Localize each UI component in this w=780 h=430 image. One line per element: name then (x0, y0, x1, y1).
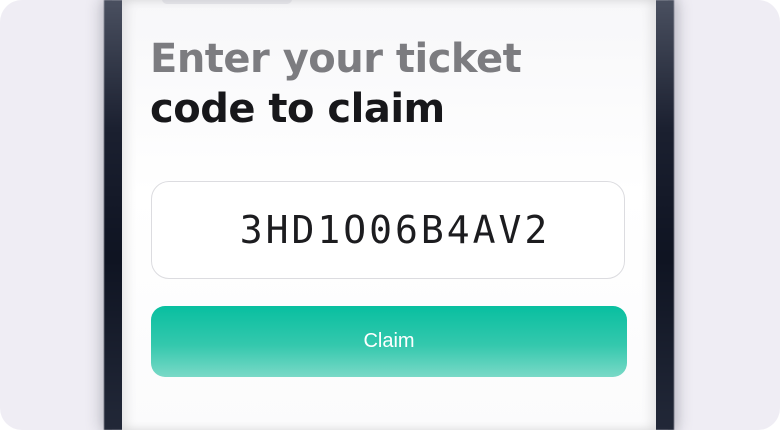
status-bar-hint (162, 0, 292, 4)
phone-screen: Enter your ticket code to claim 3HD1O06B… (122, 0, 656, 430)
claim-button[interactable]: Claim (151, 306, 627, 377)
device-frame: Enter your ticket code to claim 3HD1O06B… (0, 0, 780, 430)
ticket-code-value: 3HD1O06B4AV2 (239, 208, 551, 252)
title-line-1: Enter your ticket (150, 36, 522, 82)
ticket-code-field[interactable]: 3HD1O06B4AV2 (151, 181, 625, 279)
title-line-2: code to claim (150, 86, 445, 132)
page-title: Enter your ticket code to claim (150, 34, 522, 134)
